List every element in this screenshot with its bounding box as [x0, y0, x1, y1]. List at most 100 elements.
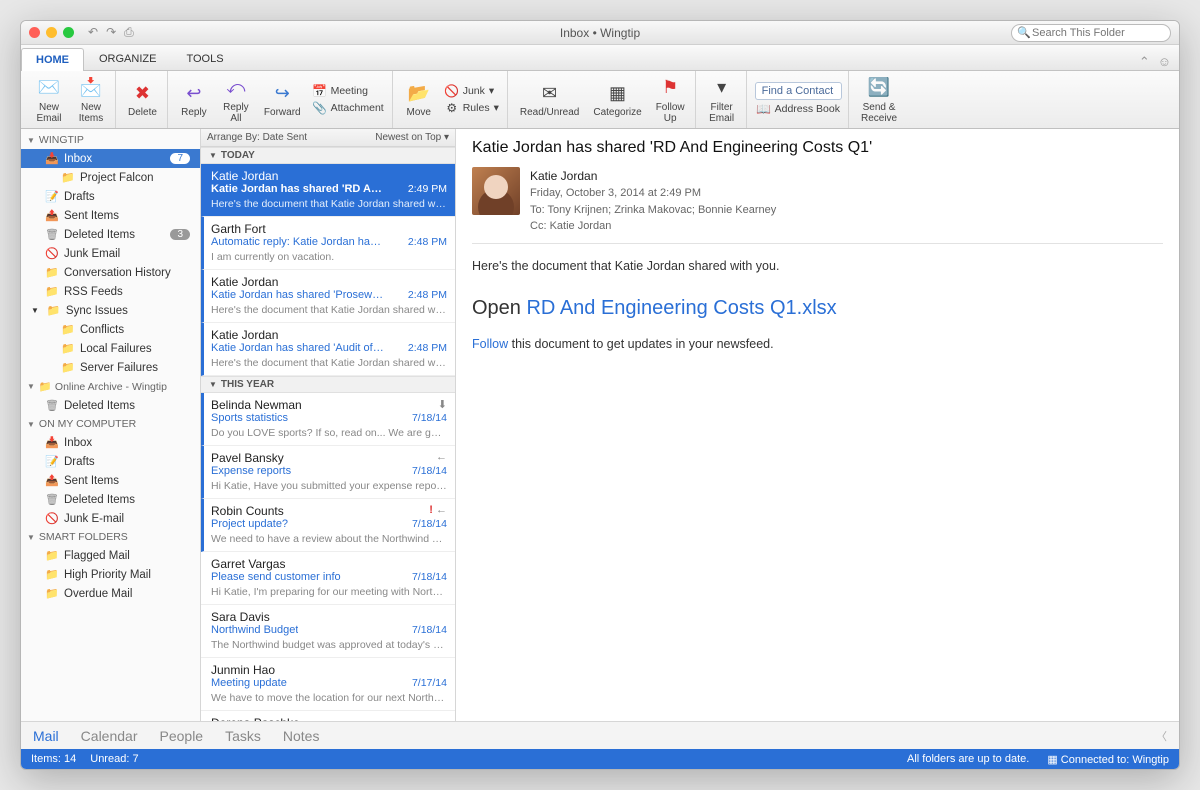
read-unread-button[interactable]: ✉Read/Unread — [516, 79, 583, 120]
message-item[interactable]: Pavel Bansky←Expense reports7/18/14Hi Ka… — [201, 446, 455, 499]
reply-button[interactable]: ↩Reply — [176, 79, 212, 120]
sidebar-item-label: Sent Items — [64, 475, 119, 487]
minimize-window-button[interactable] — [46, 27, 57, 38]
tab-organize[interactable]: ORGANIZE — [84, 47, 171, 70]
sidebar-item-high-priority-mail[interactable]: 📁High Priority Mail — [21, 565, 200, 584]
sort-order-label[interactable]: Newest on Top ▾ — [375, 132, 449, 143]
rules-button[interactable]: ⚙Rules ▾ — [443, 100, 501, 116]
sidebar-item-sent-items[interactable]: 📤Sent Items — [21, 206, 200, 225]
message-item[interactable]: Sara DavisNorthwind Budget7/18/14The Nor… — [201, 605, 455, 658]
sidebar-item-conversation-history[interactable]: 📁Conversation History — [21, 263, 200, 282]
folder-sidebar[interactable]: ▼ WINGTIP📥Inbox7📁Project Falcon📝Drafts📤S… — [21, 129, 201, 721]
new-email-button[interactable]: ✉️New Email — [31, 74, 67, 126]
sidebar-section-header[interactable]: ▼ 📁 Online Archive - Wingtip — [21, 377, 200, 396]
filter-email-button[interactable]: ▾Filter Email — [704, 74, 740, 126]
follow-up-button[interactable]: ⚑Follow Up — [652, 74, 689, 126]
sidebar-section-header[interactable]: ▼ ON MY COMPUTER — [21, 415, 200, 433]
sidebar-item-deleted-items[interactable]: 🗑Deleted Items — [21, 396, 200, 415]
sidebar-item-project-falcon[interactable]: 📁Project Falcon — [21, 168, 200, 187]
message-item[interactable]: Junmin HaoMeeting update7/17/14We have t… — [201, 658, 455, 711]
sidebar-item-deleted-items[interactable]: 🗑Deleted Items — [21, 490, 200, 509]
send-receive-icon: 🔄 — [867, 76, 891, 100]
tab-tools[interactable]: TOOLS — [171, 47, 238, 70]
open-document-line: Open RD And Engineering Costs Q1.xlsx — [472, 292, 1163, 324]
message-item[interactable]: Katie JordanKatie Jordan has shared 'RD … — [201, 164, 455, 217]
find-contact-input[interactable]: Find a Contact — [755, 82, 842, 100]
forward-icon: ↪ — [270, 81, 294, 105]
trash-icon: 🗑 — [45, 493, 58, 506]
message-item[interactable]: Katie JordanKatie Jordan has shared 'Aud… — [201, 323, 455, 376]
sidebar-item-server-failures[interactable]: 📁Server Failures — [21, 358, 200, 377]
outlook-window: ↶ ↷ ⎙ Inbox • Wingtip 🔍 HOME ORGANIZE TO… — [20, 20, 1180, 770]
message-item[interactable]: Robin Counts! ←Project update?7/18/14We … — [201, 499, 455, 552]
nav-notes[interactable]: Notes — [283, 728, 320, 744]
message-item[interactable]: Dorena Paschke — [201, 711, 455, 721]
sidebar-item-junk-email[interactable]: 🚫Junk Email — [21, 244, 200, 263]
sidebar-item-label: Junk E-mail — [64, 513, 124, 525]
sidebar-item-junk-e-mail[interactable]: 🚫Junk E-mail — [21, 509, 200, 528]
search-input[interactable] — [1011, 24, 1171, 42]
window-controls — [29, 27, 74, 38]
zoom-window-button[interactable] — [63, 27, 74, 38]
print-icon[interactable]: ⎙ — [124, 25, 134, 40]
priority-icon: ! — [429, 504, 433, 516]
message-from: Garth Fort — [211, 222, 266, 236]
smiley-feedback-icon[interactable]: ☺ — [1158, 54, 1171, 70]
nav-people[interactable]: People — [160, 728, 204, 744]
sidebar-item-drafts[interactable]: 📝Drafts — [21, 452, 200, 471]
attachment-button[interactable]: 📎Attachment — [311, 100, 386, 116]
meeting-button[interactable]: 📅Meeting — [311, 83, 386, 99]
navbar-expand-icon[interactable]: 〈 — [1156, 728, 1167, 744]
delete-button[interactable]: ✖Delete — [124, 79, 161, 120]
tab-home[interactable]: HOME — [21, 48, 84, 71]
sidebar-item-inbox[interactable]: 📥Inbox7 — [21, 149, 200, 168]
collapse-ribbon-icon[interactable]: ⌃ — [1139, 54, 1150, 70]
document-link[interactable]: RD And Engineering Costs Q1.xlsx — [526, 297, 836, 319]
message-item[interactable]: Katie JordanKatie Jordan has shared 'Pro… — [201, 270, 455, 323]
sidebar-item-conflicts[interactable]: 📁Conflicts — [21, 320, 200, 339]
sidebar-item-flagged-mail[interactable]: 📁Flagged Mail — [21, 546, 200, 565]
send-receive-button[interactable]: 🔄Send & Receive — [857, 74, 901, 126]
sidebar-item-sync-issues[interactable]: ▼📁Sync Issues — [21, 301, 200, 320]
sidebar-section-header[interactable]: ▼ SMART FOLDERS — [21, 528, 200, 546]
sidebar-item-sent-items[interactable]: 📤Sent Items — [21, 471, 200, 490]
message-item[interactable]: Garth FortAutomatic reply: Katie Jordan … — [201, 217, 455, 270]
message-subject-preview: Northwind Budget — [211, 624, 298, 636]
address-book-button[interactable]: 📖Address Book — [755, 101, 842, 117]
sidebar-item-local-failures[interactable]: 📁Local Failures — [21, 339, 200, 358]
new-items-button[interactable]: 📩New Items — [73, 74, 109, 126]
folder-icon: 📁 — [45, 549, 58, 562]
trash-icon: 🗑 — [45, 399, 58, 412]
sidebar-item-overdue-mail[interactable]: 📁Overdue Mail — [21, 584, 200, 603]
nav-mail[interactable]: Mail — [33, 728, 59, 744]
message-subject-preview: Katie Jordan has shared 'RD And Engineer… — [211, 183, 386, 195]
reply-all-button[interactable]: ⤺Reply All — [218, 74, 254, 126]
move-button[interactable]: 📂Move — [401, 79, 437, 120]
nav-calendar[interactable]: Calendar — [81, 728, 138, 744]
message-group-header[interactable]: ▼ TODAY — [201, 147, 455, 164]
nav-tasks[interactable]: Tasks — [225, 728, 261, 744]
sidebar-item-label: Inbox — [64, 153, 92, 165]
follow-link[interactable]: Follow — [472, 337, 508, 351]
arrange-by-label[interactable]: Arrange By: Date Sent — [207, 132, 307, 143]
sidebar-item-inbox[interactable]: 📥Inbox — [21, 433, 200, 452]
junk-button[interactable]: 🚫Junk ▾ — [443, 83, 501, 99]
close-window-button[interactable] — [29, 27, 40, 38]
message-group-header[interactable]: ▼ THIS YEAR — [201, 376, 455, 393]
sidebar-item-label: Sync Issues — [66, 305, 128, 317]
sidebar-section-header[interactable]: ▼ WINGTIP — [21, 131, 200, 149]
message-list[interactable]: ▼ TODAYKatie JordanKatie Jordan has shar… — [201, 147, 455, 721]
message-item[interactable]: Belinda Newman⬇Sports statistics7/18/14D… — [201, 393, 455, 446]
message-item[interactable]: Garret VargasPlease send customer info7/… — [201, 552, 455, 605]
message-from: Sara Davis — [211, 610, 270, 624]
sidebar-item-drafts[interactable]: 📝Drafts — [21, 187, 200, 206]
arrange-bar[interactable]: Arrange By: Date Sent Newest on Top ▾ — [201, 129, 455, 147]
message-time: 2:49 PM — [408, 183, 447, 195]
forward-button[interactable]: ↪Forward — [260, 79, 305, 120]
sidebar-item-rss-feeds[interactable]: 📁RSS Feeds — [21, 282, 200, 301]
sidebar-item-deleted-items[interactable]: 🗑Deleted Items3 — [21, 225, 200, 244]
redo-icon[interactable]: ↷ — [106, 25, 116, 40]
categorize-button[interactable]: ▦Categorize — [589, 79, 645, 120]
message-subject-preview: Katie Jordan has shared 'Proseware Proje… — [211, 289, 386, 301]
undo-icon[interactable]: ↶ — [88, 25, 98, 40]
